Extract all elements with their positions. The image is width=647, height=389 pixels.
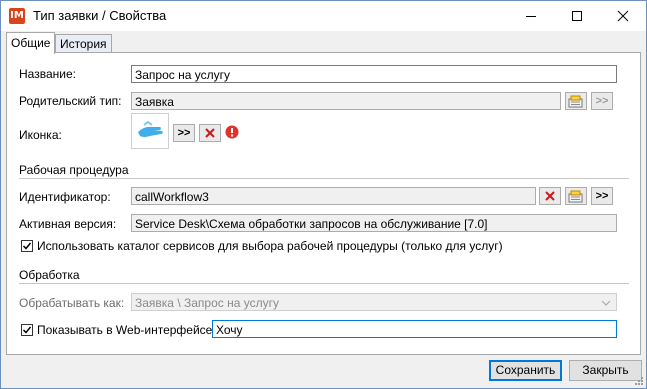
- processing-group-title: Обработка: [19, 268, 80, 282]
- icon-label: Иконка:: [19, 128, 62, 142]
- app-icon: IM: [9, 8, 25, 24]
- parent-type-select-button[interactable]: [565, 92, 587, 110]
- parent-type-field[interactable]: Заявка: [131, 92, 561, 110]
- icon-preview[interactable]: [131, 113, 169, 149]
- window-title: Тип заявки / Свойства: [33, 8, 167, 23]
- web-caption-input[interactable]: Хочу: [212, 320, 617, 338]
- icon-browse-button[interactable]: >>: [173, 124, 195, 142]
- clear-x-icon: [545, 191, 555, 201]
- save-button[interactable]: Сохранить: [489, 360, 562, 381]
- catalog-browse-icon: [568, 190, 583, 203]
- checkmark-icon: [22, 242, 32, 250]
- maximize-icon: [572, 11, 582, 21]
- active-version-field[interactable]: Service Desk\Схема обработки запросов на…: [131, 214, 617, 232]
- error-icon: [225, 125, 239, 139]
- active-version-label: Активная версия:: [19, 217, 117, 231]
- workflow-browse-button[interactable]: >>: [591, 187, 613, 205]
- show-web-checkbox[interactable]: [21, 324, 33, 336]
- name-label: Название:: [19, 67, 76, 81]
- maximize-button[interactable]: [554, 1, 600, 31]
- process-as-label: Обрабатывать как:: [19, 296, 125, 310]
- use-catalog-checkbox[interactable]: [21, 240, 33, 252]
- parent-type-browse-button[interactable]: >>: [591, 92, 613, 110]
- show-web-label[interactable]: Показывать в Web-интерфейсе: [37, 323, 212, 337]
- title-bar[interactable]: IM Тип заявки / Свойства: [1, 1, 646, 31]
- minimize-icon: [526, 16, 536, 17]
- resize-grip-icon[interactable]: [634, 376, 644, 386]
- catalog-browse-icon: [568, 95, 583, 108]
- process-as-select[interactable]: Заявка \ Запрос на услугу: [131, 293, 617, 311]
- close-window-button[interactable]: [600, 1, 646, 31]
- clear-x-icon: [205, 128, 215, 138]
- workflow-id-field[interactable]: callWorkflow3: [131, 187, 536, 205]
- checkmark-icon: [22, 326, 32, 334]
- workflow-catalog-button[interactable]: [565, 187, 587, 205]
- processing-group-divider: [19, 283, 629, 284]
- workflow-clear-button[interactable]: [539, 187, 561, 205]
- tab-history[interactable]: История: [55, 34, 112, 53]
- process-as-value: Заявка \ Запрос на услугу: [135, 296, 279, 310]
- workflow-group-divider: [19, 178, 629, 179]
- dialog-window: IM Тип заявки / Свойства Общие История Н…: [0, 0, 647, 389]
- minimize-button[interactable]: [508, 1, 554, 31]
- tab-general[interactable]: Общие: [6, 32, 56, 54]
- icon-clear-button[interactable]: [199, 124, 221, 142]
- chevron-down-icon: [601, 300, 611, 306]
- close-icon: [617, 10, 629, 22]
- name-input[interactable]: Запрос на услугу: [131, 65, 617, 83]
- tab-panel-general: Название: Запрос на услугу Родительский …: [6, 52, 641, 355]
- workflow-group-title: Рабочая процедура: [19, 163, 129, 177]
- hand-icon: [138, 120, 163, 137]
- parent-type-label: Родительский тип:: [19, 94, 122, 108]
- close-button[interactable]: Закрыть: [569, 360, 642, 381]
- workflow-id-label: Идентификатор:: [19, 190, 111, 204]
- use-catalog-label[interactable]: Использовать каталог сервисов для выбора…: [37, 239, 503, 253]
